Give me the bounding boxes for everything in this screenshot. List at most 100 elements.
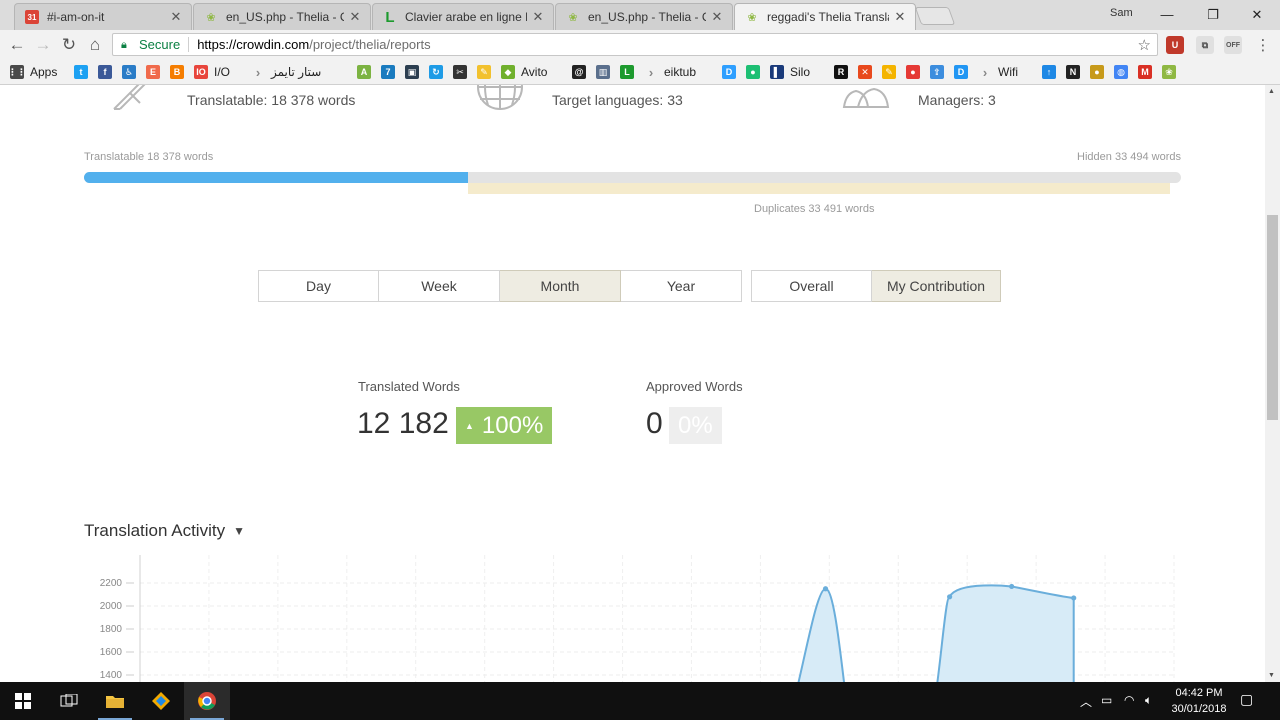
tray-chevron-up-icon[interactable]: ︿ [1080, 693, 1092, 710]
chart-data-point[interactable] [1009, 583, 1015, 590]
scope-selector: Overall My Contribution [751, 270, 1001, 302]
x-icon: ✕ [858, 65, 872, 79]
bookmark-item[interactable]: ❀ [1162, 63, 1176, 81]
close-tab-icon[interactable]: ✕ [710, 9, 724, 25]
bookmark-star-icon[interactable]: ☆ [1138, 36, 1151, 54]
bookmark-item[interactable]: ● [1090, 63, 1104, 81]
crowdin-icon: ❀ [1162, 65, 1176, 79]
bookmark-item[interactable]: ◆ Avito [501, 63, 547, 81]
bookmark-item[interactable]: ● [906, 63, 920, 81]
bookmark-item[interactable]: D [954, 63, 968, 81]
close-tab-icon[interactable]: ✕ [893, 9, 907, 25]
period-year-button[interactable]: Year [621, 270, 742, 302]
bookmark-label: Apps [30, 65, 58, 79]
back-arrow-icon[interactable]: ← [6, 34, 28, 56]
page-scrollbar[interactable]: ▲ ▼ [1265, 85, 1280, 682]
battery-icon[interactable]: ▭ [1101, 693, 1112, 707]
scrollbar-thumb[interactable] [1267, 215, 1278, 420]
action-center-icon[interactable]: ▢ [1240, 691, 1253, 708]
home-icon[interactable]: ⌂ [84, 34, 106, 56]
bookmark-item[interactable]: ⋮⋮ Apps [8, 63, 58, 81]
chrome-icon[interactable] [184, 682, 230, 720]
bookmark-item[interactable]: 7 [381, 63, 395, 81]
period-week-button[interactable]: Week [379, 270, 500, 302]
translation-activity-toggle[interactable]: Translation Activity ▼ [84, 521, 245, 541]
close-tab-icon[interactable]: ✕ [531, 9, 545, 25]
bookmark-item[interactable]: ● [746, 63, 760, 81]
tab-en-us-php-1[interactable]: ❀ en_US.php - Thelia - Cro ✕ [193, 3, 371, 30]
bookmark-item[interactable]: f [98, 63, 112, 81]
bookmark-item[interactable]: ▥ [596, 63, 610, 81]
taskbar-clock[interactable]: 04:42 PM 30/01/2018 [1170, 685, 1228, 717]
bookmark-item[interactable]: › ستار تايمز [251, 63, 322, 81]
ublock-extension-icon[interactable]: U [1166, 36, 1184, 54]
disqus-icon: D [722, 65, 736, 79]
bookmark-item[interactable]: B [170, 63, 184, 81]
off-extension-icon[interactable]: OFF [1224, 36, 1242, 54]
bookmark-item[interactable]: ♿ [122, 63, 136, 81]
bookmark-item[interactable]: R [834, 63, 848, 81]
bookmark-item[interactable]: ▣ [405, 63, 419, 81]
bookmark-item[interactable]: E [146, 63, 160, 81]
bookmark-item[interactable]: ✂ [453, 63, 467, 81]
bookmark-item[interactable]: ⇪ [930, 63, 944, 81]
chart-y-tick-label: 1800 [100, 624, 123, 635]
address-bar[interactable]: 🔒︎ Secure https://crowdin.com/project/th… [112, 33, 1158, 56]
extension-icon[interactable]: ⧉ [1196, 36, 1214, 54]
scope-overall-button[interactable]: Overall [751, 270, 872, 302]
tab-title: en_US.php - Thelia - Cro [588, 10, 706, 24]
file-explorer-icon[interactable] [92, 682, 138, 720]
task-view-icon[interactable] [46, 682, 92, 720]
tab-i-am-on-it[interactable]: 31 #i-am-on-it ✕ [14, 3, 192, 30]
windows-start-icon[interactable] [0, 682, 46, 720]
io-icon: IO [194, 65, 208, 79]
bookmark-item[interactable]: ✎ [882, 63, 896, 81]
url-host: https://crowdin.com [197, 37, 310, 52]
chart-data-point[interactable] [822, 586, 829, 592]
scroll-up-arrow-icon[interactable]: ▲ [1268, 88, 1275, 95]
bookmark-item[interactable]: A [357, 63, 371, 81]
period-day-button[interactable]: Day [258, 270, 379, 302]
bookmark-item[interactable]: IO I/O [194, 63, 230, 81]
profile-name[interactable]: Sam [1110, 7, 1133, 19]
period-month-button[interactable]: Month [500, 270, 621, 302]
bookmark-item[interactable]: ↑ [1042, 63, 1056, 81]
chart-data-point[interactable] [947, 594, 953, 600]
forward-arrow-icon[interactable]: → [32, 34, 54, 56]
bookmark-item[interactable]: ▌ Silo [770, 63, 810, 81]
bookmark-item[interactable]: › eiktub [644, 63, 696, 81]
bookmark-item[interactable]: N [1066, 63, 1080, 81]
chart-data-point[interactable] [1071, 595, 1077, 601]
bookmark-item[interactable]: ✎ [477, 63, 491, 81]
close-tab-icon[interactable]: ✕ [169, 9, 183, 25]
tab-clavier-arabe[interactable]: L Clavier arabe en ligne LE ✕ [372, 3, 554, 30]
bookmark-item[interactable]: ◍ [1114, 63, 1128, 81]
bookmark-item[interactable]: D [722, 63, 736, 81]
bookmark-item[interactable]: L [620, 63, 634, 81]
scroll-down-arrow-icon[interactable]: ▼ [1268, 672, 1275, 679]
bookmark-label: Avito [521, 65, 548, 79]
bookmark-item[interactable]: t [74, 63, 88, 81]
minimize-icon[interactable]: — [1144, 4, 1190, 26]
scope-my-contribution-button[interactable]: My Contribution [872, 270, 1001, 302]
volume-icon[interactable]: 🔈︎ [1145, 693, 1152, 708]
tab-en-us-php-2[interactable]: ❀ en_US.php - Thelia - Cro ✕ [555, 3, 733, 30]
restore-icon[interactable]: ❐ [1190, 4, 1236, 26]
tool-icon: ✂ [453, 65, 467, 79]
approved-words-value: 0 [646, 407, 663, 440]
globe-icon [476, 85, 526, 118]
bookmark-item[interactable]: ↻ [429, 63, 443, 81]
reload-icon[interactable]: ↻ [58, 34, 80, 56]
menu-kebab-icon[interactable]: ⋮ [1252, 34, 1274, 56]
close-window-icon[interactable]: ✕ [1234, 4, 1280, 26]
bookmark-item[interactable]: @ [572, 63, 586, 81]
wifi-icon[interactable]: ◠ [1124, 693, 1134, 707]
app-diamond-icon[interactable] [138, 682, 184, 720]
new-tab-button[interactable] [914, 7, 956, 25]
close-tab-icon[interactable]: ✕ [348, 9, 362, 25]
bookmark-item[interactable]: › Wifi [978, 63, 1018, 81]
bookmark-item[interactable]: M [1138, 63, 1152, 81]
tab-reggadi-thelia[interactable]: ❀ reggadi's Thelia Translati ✕ [734, 3, 916, 30]
bookmark-item[interactable]: ✕ [858, 63, 872, 81]
translatable-bar-label: Translatable 18 378 words [84, 151, 214, 163]
